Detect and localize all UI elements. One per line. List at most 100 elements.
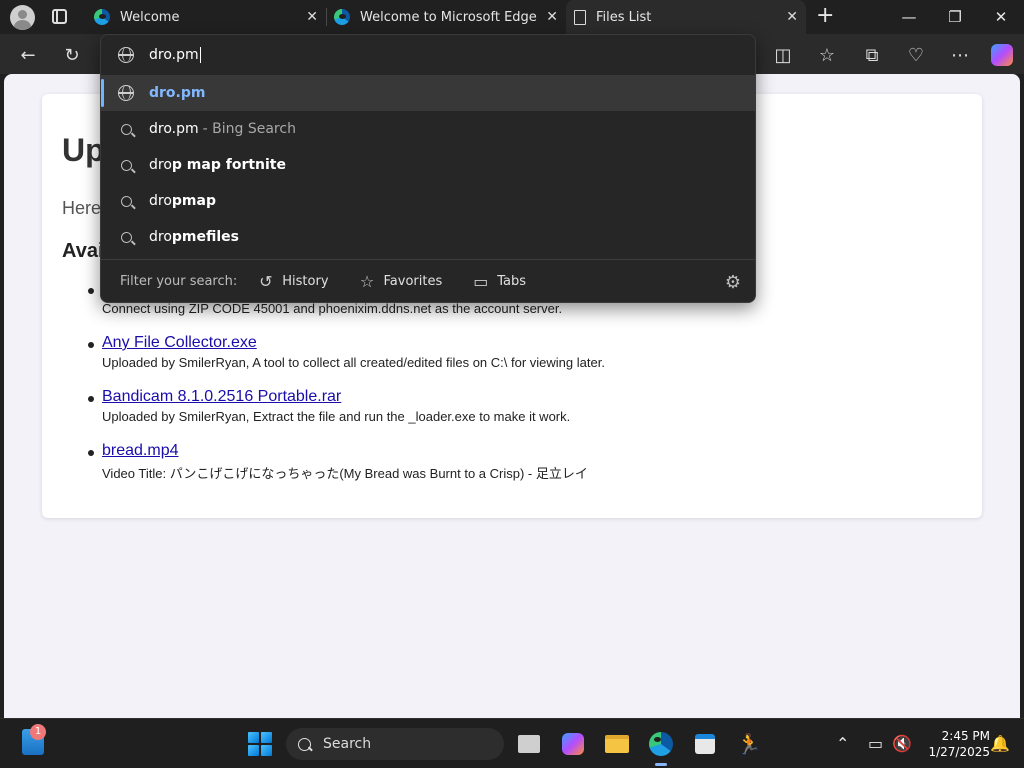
close-tab-icon[interactable]: ✕ <box>306 9 318 25</box>
tab-title: Files List <box>596 9 652 25</box>
task-view-icon[interactable] <box>513 728 545 760</box>
address-bar-dropdown: dro.pm dro.pm dro.pm - Bing Search dro p … <box>100 34 756 303</box>
page-title: Up <box>62 132 105 168</box>
more-menu-icon[interactable]: ⋯ <box>947 42 973 68</box>
address-input[interactable]: dro.pm <box>149 47 199 63</box>
file-link[interactable]: Bandicam 8.1.0.2516 Portable.rar <box>102 388 962 408</box>
tab-welcome[interactable]: Welcome ✕ <box>86 0 326 34</box>
close-tab-icon[interactable]: ✕ <box>546 9 558 25</box>
edge-icon <box>94 9 110 25</box>
windows-logo-icon <box>248 732 272 756</box>
star-icon: ☆ <box>359 272 375 291</box>
suggestion-url: dro.pm <box>149 85 206 101</box>
section-heading: Avai <box>62 240 104 262</box>
app-runner-icon[interactable]: 🏃 <box>733 728 765 760</box>
search-icon <box>120 123 132 135</box>
profile-avatar[interactable] <box>10 5 35 30</box>
search-icon <box>120 159 132 171</box>
search-icon-wrap <box>118 193 134 209</box>
search-icon <box>120 231 132 243</box>
favorites-star-icon[interactable]: ☆ <box>814 42 840 68</box>
copilot-app-icon[interactable] <box>557 728 589 760</box>
clock-time: 2:45 PM <box>941 729 990 743</box>
suggestion-completion: pmefiles <box>171 229 240 245</box>
back-icon[interactable]: ← <box>15 42 41 68</box>
file-explorer-icon[interactable] <box>601 728 633 760</box>
suggestion-hint: - Bing Search <box>202 121 296 137</box>
refresh-icon[interactable]: ↻ <box>59 42 85 68</box>
suggestion-completion: p map fortnite <box>171 157 286 173</box>
suggestion-item[interactable]: dro.pm - Bing Search <box>101 111 755 147</box>
list-item: bread.mp4 Video Title: パンこげこげになっちゃった(My … <box>88 442 962 496</box>
file-link[interactable]: bread.mp4 <box>102 442 962 462</box>
tab-files-list[interactable]: Files List ✕ <box>566 0 806 34</box>
taskbar-search[interactable]: Search <box>286 728 504 760</box>
new-tab-icon[interactable]: + <box>816 5 834 27</box>
tab-welcome-edge[interactable]: Welcome to Microsoft Edge ✕ <box>326 0 566 34</box>
search-icon <box>298 737 311 751</box>
restore-icon[interactable]: ❐ <box>932 0 978 34</box>
suggestion-item[interactable]: dro.pm <box>101 75 755 111</box>
file-list: Connect using ZIP CODE 45001 and phoenix… <box>88 280 962 496</box>
close-window-icon[interactable]: ✕ <box>978 0 1024 34</box>
store-icon[interactable] <box>689 728 721 760</box>
edge-icon <box>649 732 673 756</box>
filter-tabs-button[interactable]: ▭ Tabs <box>472 272 526 291</box>
file-description: Uploaded by SmilerRyan, A tool to collec… <box>102 355 605 370</box>
search-placeholder: Search <box>323 736 372 752</box>
notification-bell-icon[interactable]: 🔔 <box>990 734 1010 753</box>
search-icon-wrap <box>118 121 134 137</box>
notification-badge: 1 <box>30 724 46 740</box>
filter-history-button[interactable]: ↺ History <box>257 272 329 291</box>
suggestion-item[interactable]: dro pmap <box>101 183 755 219</box>
suggestion-text: dro.pm <box>149 121 199 137</box>
filter-label-text: Favorites <box>383 274 443 289</box>
taskbar: 1 Search 🏃 ⌃ ▭ 🔇 2:45 PM 1/27/2025 🔔 <box>0 718 1024 768</box>
clock-date: 1/27/2025 <box>928 745 990 759</box>
volume-icon[interactable]: 🔇 <box>892 734 912 753</box>
split-screen-icon[interactable]: ◫ <box>770 42 796 68</box>
filter-label-text: History <box>282 274 329 289</box>
suggestion-completion: pmap <box>171 193 216 209</box>
start-button[interactable] <box>244 728 276 760</box>
globe-icon <box>118 47 134 63</box>
chevron-up-icon[interactable]: ⌃ <box>836 734 849 753</box>
file-description: Video Title: パンこげこげになっちゃった(My Bread was … <box>102 466 588 481</box>
globe-icon <box>118 85 134 101</box>
file-description: Uploaded by SmilerRyan, Extract the file… <box>102 409 571 424</box>
text-caret <box>199 47 201 63</box>
search-filter-bar: Filter your search: ↺ History ☆ Favorite… <box>101 260 755 303</box>
gear-icon[interactable]: ⚙ <box>725 272 741 293</box>
edge-icon <box>334 9 350 25</box>
page-intro: Here <box>62 198 102 218</box>
suggestion-prefix: dro <box>149 193 172 209</box>
suggestion-item[interactable]: dro p map fortnite <box>101 147 755 183</box>
tabs-icon: ▭ <box>473 272 489 291</box>
tab-title: Welcome to Microsoft Edge <box>360 9 537 25</box>
search-icon <box>120 195 132 207</box>
globe-icon-wrap <box>118 85 134 101</box>
copilot-icon[interactable] <box>989 42 1015 68</box>
suggestion-item[interactable]: dro pmefiles <box>101 219 755 255</box>
tab-actions-icon[interactable] <box>52 9 67 24</box>
minimize-icon[interactable]: — <box>886 0 932 34</box>
suggestion-prefix: dro <box>149 157 172 173</box>
suggestion-prefix: dro <box>149 229 172 245</box>
tab-title: Welcome <box>120 9 180 25</box>
search-icon-wrap <box>118 157 134 173</box>
collections-icon[interactable]: ⧉ <box>859 42 885 68</box>
history-icon: ↺ <box>259 272 273 291</box>
address-bar[interactable]: dro.pm <box>101 35 755 75</box>
tab-strip: Welcome ✕ Welcome to Microsoft Edge ✕ Fi… <box>0 0 1024 34</box>
filter-favorites-button[interactable]: ☆ Favorites <box>359 272 443 291</box>
system-clock[interactable]: 2:45 PM 1/27/2025 <box>918 728 990 760</box>
close-tab-icon[interactable]: ✕ <box>786 9 798 25</box>
edge-taskbar-icon[interactable] <box>645 728 677 766</box>
browser-essentials-icon[interactable]: ♡ <box>903 42 929 68</box>
document-icon <box>574 9 586 25</box>
file-link[interactable]: Any File Collector.exe <box>102 334 962 354</box>
network-icon[interactable]: ▭ <box>868 734 883 753</box>
filter-label: Filter your search: <box>120 274 238 289</box>
search-icon-wrap <box>118 229 134 245</box>
file-description: Connect using ZIP CODE 45001 and phoenix… <box>102 301 563 316</box>
